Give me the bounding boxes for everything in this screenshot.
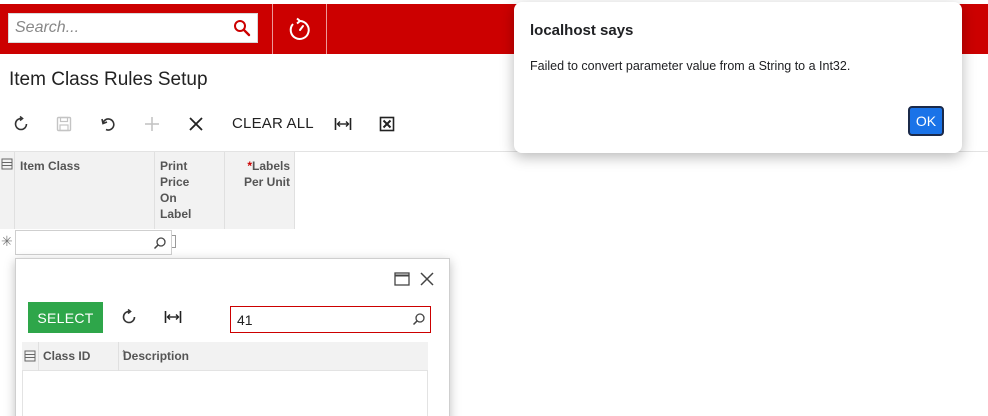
alert-dialog: localhost says Failed to convert paramet… [514, 2, 962, 153]
grid-settings-icon[interactable] [1, 158, 13, 170]
lookup-grid-header: Class ID ↑ Description [22, 342, 428, 371]
alert-message: Failed to convert parameter value from a… [530, 59, 851, 73]
lookup-search-icon[interactable] [153, 236, 167, 250]
fit-columns-button[interactable] [333, 113, 353, 135]
item-class-lookup-input[interactable] [15, 230, 172, 255]
delete-icon [189, 117, 203, 131]
column-header-class-id[interactable]: Class ID ↑ [38, 342, 127, 371]
topbar-separator [272, 4, 273, 54]
grid-settings-icon[interactable] [24, 350, 36, 362]
grid-header: Item Class Print Price On Label *Labels … [0, 152, 295, 229]
item-class-lookup-popup: SELECT Class ID ↑ Description [15, 258, 450, 416]
search-icon[interactable] [233, 19, 251, 37]
search-icon[interactable] [412, 312, 426, 326]
delete-button[interactable] [186, 113, 206, 135]
excel-export-icon [379, 116, 395, 132]
add-button[interactable] [142, 113, 162, 135]
undo-icon [101, 118, 115, 131]
column-label: Class ID [43, 349, 91, 363]
page-title: Item Class Rules Setup [9, 69, 208, 90]
lookup-grid-body [22, 371, 428, 416]
global-search-input[interactable] [9, 14, 229, 42]
export-excel-button[interactable] [377, 113, 397, 135]
column-header-item-class[interactable]: Item Class [14, 152, 154, 229]
column-label: Print Price On Label [160, 159, 192, 221]
history-icon[interactable] [287, 17, 313, 43]
lookup-search-box[interactable] [230, 306, 431, 333]
save-button[interactable] [54, 113, 74, 135]
column-label: Description [123, 349, 190, 363]
column-header-labels-per-unit[interactable]: *Labels Per Unit [224, 152, 295, 229]
refresh-icon[interactable] [120, 308, 138, 326]
new-row-marker: ✳ [1, 233, 13, 249]
maximize-icon[interactable] [394, 272, 410, 286]
close-icon[interactable] [418, 270, 436, 288]
print-price-checkbox[interactable] [172, 235, 176, 248]
refresh-icon [14, 115, 28, 131]
save-icon [56, 116, 72, 132]
fit-columns-icon[interactable] [164, 308, 182, 326]
column-label: Item Class [20, 159, 81, 173]
undo-button[interactable] [98, 113, 118, 135]
fit-columns-icon [334, 118, 352, 130]
alert-title: localhost says [530, 22, 634, 39]
add-icon [145, 117, 159, 131]
column-header-print-price[interactable]: Print Price On Label [154, 152, 220, 229]
lookup-search-input[interactable] [231, 307, 406, 332]
ok-button[interactable]: OK [908, 106, 944, 136]
select-button[interactable]: SELECT [28, 302, 103, 333]
column-header-description[interactable]: Description [118, 342, 428, 371]
topbar-separator [326, 4, 327, 54]
clear-all-button[interactable]: CLEAR ALL [232, 115, 314, 132]
refresh-button[interactable] [11, 113, 31, 135]
global-search-box[interactable] [8, 13, 258, 43]
